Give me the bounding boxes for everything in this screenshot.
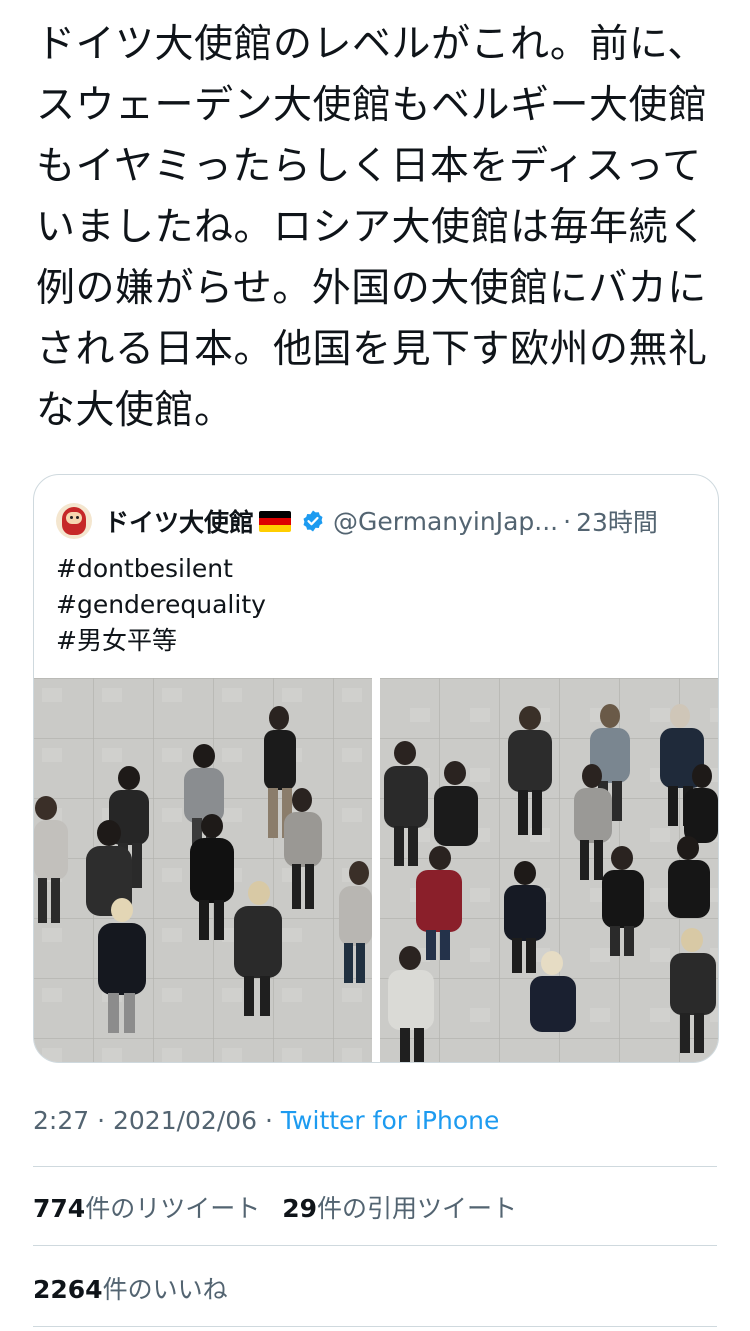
tweet-date: 2021/02/06 xyxy=(112,1106,258,1135)
quote-tweets-label: 件の引用ツイート xyxy=(317,1194,518,1223)
tweet-text: ドイツ大使館のレベルがこれ。前に、 スウェーデン大使館もベルギー大使館 もイヤミ… xyxy=(36,22,708,433)
quote-tweets-stat[interactable]: 29件の引用ツイート xyxy=(282,1194,517,1223)
quoted-tweet-card[interactable]: ドイツ大使館 @GermanyinJap... · 23時間 #dontbesi… xyxy=(33,474,719,1063)
quoted-author-name[interactable]: ドイツ大使館 xyxy=(104,503,254,539)
retweets-count: 774 xyxy=(33,1194,86,1223)
separator-dot: · xyxy=(89,1106,113,1135)
tweet-source-link[interactable]: Twitter for iPhone xyxy=(281,1106,499,1135)
quoted-author-handle[interactable]: @GermanyinJap... xyxy=(333,507,558,536)
divider xyxy=(33,1326,717,1327)
quoted-tweet-header: ドイツ大使館 @GermanyinJap... · 23時間 xyxy=(56,501,658,541)
hashtag[interactable]: #男女平等 xyxy=(56,623,266,659)
separator-dot: · xyxy=(257,1106,281,1135)
avatar[interactable] xyxy=(56,503,92,539)
group-photo-left[interactable] xyxy=(34,678,372,1062)
retweets-stat[interactable]: 774件のリツイート xyxy=(33,1194,260,1223)
likes-count: 2264 xyxy=(33,1275,103,1304)
tweet-time: 2:27 xyxy=(33,1106,90,1135)
germany-flag-icon xyxy=(259,510,292,532)
group-photo-right[interactable] xyxy=(380,678,718,1062)
retweets-label: 件のリツイート xyxy=(85,1194,261,1223)
likes-stat[interactable]: 2264件のいいね xyxy=(33,1270,228,1306)
hashtag[interactable]: #dontbesilent xyxy=(56,551,266,587)
engagement-stats: 774件のリツイート 29件の引用ツイート xyxy=(33,1189,539,1225)
quote-tweets-count: 29 xyxy=(282,1194,317,1223)
quoted-tweet-time[interactable]: 23時間 xyxy=(576,503,658,539)
likes-label: 件のいいね xyxy=(102,1275,228,1304)
hashtag[interactable]: #genderequality xyxy=(56,587,266,623)
quoted-tweet-text: #dontbesilent #genderequality #男女平等 xyxy=(56,551,266,659)
divider xyxy=(33,1245,717,1246)
tweet-meta: 2:27 · 2021/02/06 · Twitter for iPhone xyxy=(33,1106,499,1135)
separator-dot: · xyxy=(563,506,572,536)
verified-badge-icon xyxy=(303,510,323,532)
divider xyxy=(33,1166,717,1167)
